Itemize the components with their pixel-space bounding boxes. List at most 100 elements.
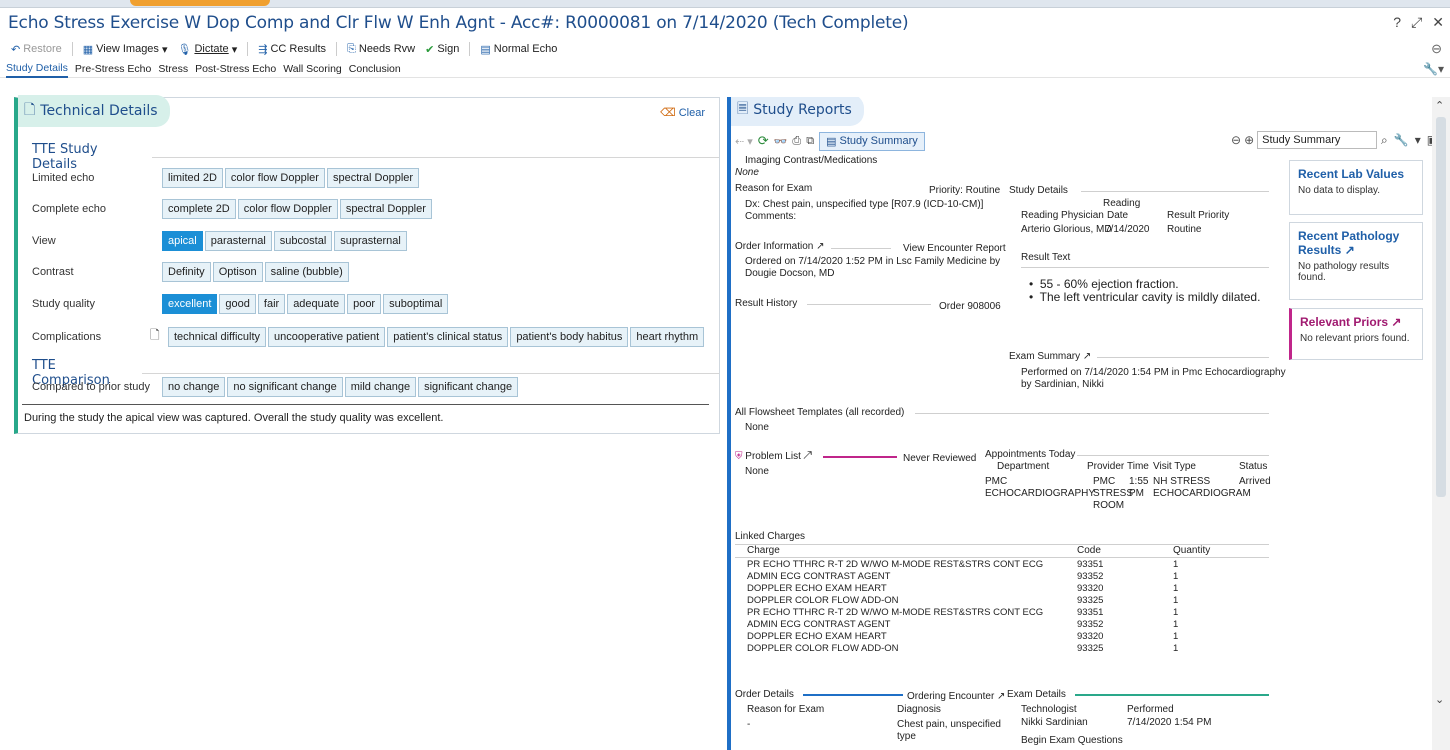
note-icon[interactable]: 🗋 [150, 326, 162, 347]
heart-rhythm-chip[interactable]: heart rhythm [630, 326, 705, 347]
charge-qty-cell: 1 [1173, 559, 1179, 570]
appt-time-line2: PM [1129, 488, 1144, 499]
charge-code-cell: 93320 [1077, 631, 1104, 642]
back-icon[interactable]: ⇠ ▾ [735, 135, 753, 148]
tab-wall-scoring[interactable]: Wall Scoring [283, 61, 342, 77]
apical-chip[interactable]: apical [162, 231, 203, 251]
uncooperative-patient-chip[interactable]: uncooperative patient [268, 326, 386, 347]
order-number: Order 908006 [939, 301, 1001, 312]
technical-details-panel: 🗋 Technical Details ⌫ Clear TTE Study Deta… [14, 95, 720, 434]
begin-exam-questions-link[interactable]: Begin Exam Questions [1021, 735, 1123, 747]
body-habitus-chip[interactable]: patient's body habitus [510, 326, 629, 347]
fair-chip[interactable]: fair [257, 294, 286, 314]
wrench-icon[interactable]: 🔧▾ [1423, 62, 1444, 76]
spectral-doppler-chip[interactable]: spectral Doppler [339, 199, 432, 219]
od-diagnosis-line2: type [897, 731, 916, 742]
toolbar-divider [247, 42, 249, 56]
chevron-down-icon: ▾ [161, 43, 168, 56]
sign-button[interactable]: ✔ Sign [422, 43, 462, 56]
charge-charge-cell: DOPPLER COLOR FLOW ADD-ON [747, 595, 899, 606]
tab-stress[interactable]: Stress [158, 61, 188, 77]
spectral-doppler-chip[interactable]: spectral Doppler [326, 168, 420, 188]
result-history-title: Result History [735, 298, 798, 309]
complete-2d-chip[interactable]: complete 2D [162, 199, 236, 219]
divider [831, 248, 891, 249]
view-encounter-report-link[interactable]: View Encounter Report [903, 243, 1006, 255]
never-reviewed-label: Never Reviewed [903, 453, 977, 464]
window-title: Echo Stress Exercise W Dop Comp and Clr … [8, 13, 909, 33]
recent-pathology-link[interactable]: Recent Pathology Results ↗ [1298, 229, 1414, 257]
no-significant-change-chip[interactable]: no significant change [227, 377, 343, 397]
zoom-in-icon[interactable]: ⊕ [1244, 133, 1254, 147]
saline-bubble-chip[interactable]: saline (bubble) [264, 262, 349, 282]
order-information-link[interactable]: Order Information ↗ [735, 241, 825, 253]
scroll-up-icon[interactable]: ⌃ [1435, 99, 1444, 112]
charge-code-cell: 93325 [1077, 643, 1104, 654]
appt-provider-line3: ROOM [1093, 500, 1125, 511]
relevant-priors-link[interactable]: Relevant Priors ↗ [1300, 315, 1414, 329]
vertical-scrollbar[interactable]: ⌃ ⌄ [1432, 97, 1450, 750]
binoculars-icon[interactable]: 👓 [774, 135, 788, 148]
zoom-out-icon[interactable]: ⊖ [1231, 133, 1241, 147]
refresh-icon[interactable]: ⟳ [758, 133, 769, 149]
document-icon: ▤ [826, 135, 837, 148]
needs-review-button[interactable]: ⎘ Needs Rvw [344, 43, 418, 56]
view-images-button[interactable]: ▦ View Images ▾ [80, 43, 171, 56]
parasternal-chip[interactable]: parasternal [204, 231, 272, 251]
excellent-chip[interactable]: excellent [162, 294, 218, 314]
print-icon[interactable]: ⎙ [792, 135, 801, 148]
cc-results-button[interactable]: ⇶ CC Results [255, 43, 329, 56]
charge-row: ADMIN ECG CONTRAST AGENT 93352 1 [747, 619, 1233, 631]
adequate-chip[interactable]: adequate [287, 294, 346, 314]
definity-chip[interactable]: Definity [162, 262, 211, 282]
restore-button[interactable]: ↶ Restore [8, 43, 65, 56]
scroll-thumb[interactable] [1436, 117, 1446, 497]
close-icon[interactable]: ✕ [1432, 14, 1444, 31]
charges-table-wrap: PR ECHO TTHRC R-T 2D W/WO M-MODE REST&ST… [747, 559, 1233, 655]
order-details-title: Order Details [735, 689, 794, 700]
dictate-button[interactable]: 🎙 Dictate ▾ [174, 43, 240, 56]
chevron-down-icon[interactable]: ▾ [1415, 133, 1421, 148]
od-diagnosis-header: Diagnosis [897, 704, 941, 715]
complete-echo-row: Complete echo complete 2D color flow Dop… [32, 199, 432, 219]
no-change-chip[interactable]: no change [162, 377, 226, 397]
normal-echo-button[interactable]: ▤ Normal Echo [477, 43, 560, 56]
good-chip[interactable]: good [219, 294, 256, 314]
tab-conclusion[interactable]: Conclusion [349, 61, 401, 77]
scroll-down-icon[interactable]: ⌄ [1435, 693, 1444, 706]
more-options-icon[interactable]: ⊖ [1431, 41, 1442, 57]
charge-row: DOPPLER COLOR FLOW ADD-ON 93325 1 [747, 595, 1233, 607]
search-icon[interactable]: ⌕ [1381, 133, 1388, 148]
tab-pre-stress-echo[interactable]: Pre-Stress Echo [75, 61, 151, 77]
recent-lab-values-title[interactable]: Recent Lab Values [1298, 167, 1414, 181]
color-flow-doppler-chip[interactable]: color flow Doppler [224, 168, 325, 188]
copy-icon[interactable]: ⧉ [806, 135, 814, 148]
tab-study-details[interactable]: Study Details [6, 60, 68, 78]
technical-difficulty-chip[interactable]: technical difficulty [168, 326, 267, 347]
poor-chip[interactable]: poor [347, 294, 382, 314]
clinical-status-chip[interactable]: patient's clinical status [387, 326, 509, 347]
significant-change-chip[interactable]: significant change [418, 377, 519, 397]
exam-summary-link[interactable]: Exam Summary ↗ [1009, 351, 1091, 363]
color-flow-doppler-chip[interactable]: color flow Doppler [237, 199, 338, 219]
help-icon[interactable]: ? [1393, 14, 1401, 31]
study-summary-button[interactable]: ▤ Study Summary [819, 131, 925, 151]
mild-change-chip[interactable]: mild change [344, 377, 417, 397]
ordering-encounter-link[interactable]: Ordering Encounter ↗ [907, 691, 1005, 703]
reading-physician-label: Reading Physician [1021, 210, 1104, 221]
problem-list-link[interactable]: ⛨ Problem List ↗ [735, 451, 812, 463]
tab-post-stress-echo[interactable]: Post-Stress Echo [195, 61, 276, 77]
limited-2d-chip[interactable]: limited 2D [162, 168, 223, 188]
report-search-input[interactable] [1257, 131, 1378, 149]
suprasternal-chip[interactable]: suprasternal [334, 231, 407, 251]
linked-charges-title: Linked Charges [735, 531, 806, 542]
divider [1077, 455, 1269, 456]
subcostal-chip[interactable]: subcostal [273, 231, 333, 251]
narrative-text[interactable]: During the study the apical view was cap… [24, 412, 443, 424]
suboptimal-chip[interactable]: suboptimal [383, 294, 449, 314]
wrench-icon[interactable]: 🔧 [1394, 133, 1409, 148]
clear-button[interactable]: ⌫ Clear [660, 106, 705, 120]
pin-icon[interactable]: ⤢ [1411, 14, 1422, 31]
performed-value: 7/14/2020 1:54 PM [1127, 717, 1212, 728]
optison-chip[interactable]: Optison [212, 262, 263, 282]
